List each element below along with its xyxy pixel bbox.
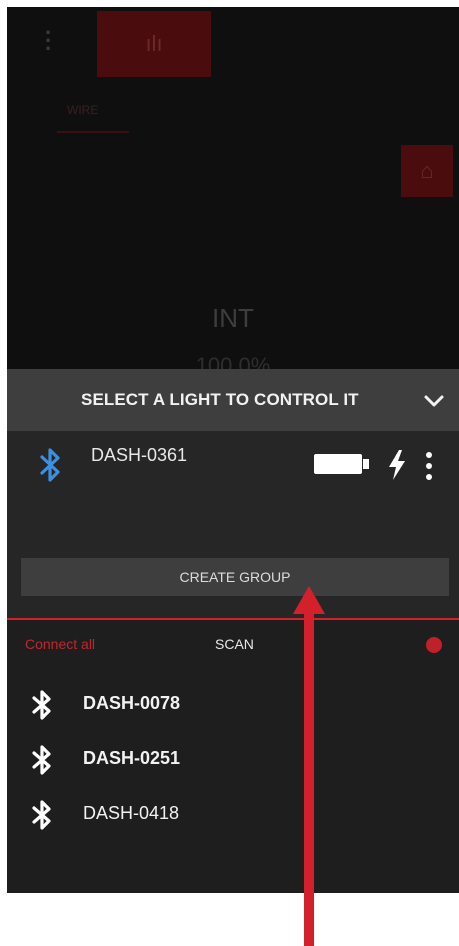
mode-label: INT bbox=[212, 303, 254, 333]
list-item[interactable]: DASH-0078 bbox=[7, 684, 459, 724]
battery-icon bbox=[314, 454, 369, 474]
bluetooth-icon bbox=[40, 448, 60, 482]
brand-logo: ılı bbox=[97, 11, 211, 77]
device-name: DASH-0078 bbox=[83, 693, 181, 713]
sheet-title: SELECT A LIGHT TO CONTROL IT bbox=[81, 390, 359, 409]
scan-button[interactable]: SCAN bbox=[215, 636, 254, 652]
create-group-button[interactable]: CREATE GROUP bbox=[21, 558, 449, 596]
scan-section: Connect all SCAN DASH-0078 DASH-0251 DAS… bbox=[7, 620, 459, 893]
scan-indicator bbox=[426, 637, 442, 653]
sheet-header[interactable]: SELECT A LIGHT TO CONTROL IT bbox=[7, 369, 459, 431]
phone-screen: · · · ılı WIRE ⌂ INT 100.0% SELECT A LIGHT… bbox=[7, 7, 459, 893]
device-name: DASH-0418 bbox=[83, 803, 180, 823]
device-name: DASH-0251 bbox=[83, 748, 181, 768]
bluetooth-icon bbox=[32, 690, 51, 720]
home-icon: ⌂ bbox=[401, 145, 453, 197]
connected-device-row[interactable]: DASH-0361 bbox=[7, 431, 459, 507]
list-item[interactable]: DASH-0251 bbox=[7, 739, 459, 779]
list-item[interactable]: DASH-0418 bbox=[7, 794, 459, 834]
background-tab: WIRE bbox=[67, 103, 99, 117]
background-app: · · · ılı WIRE ⌂ INT 100.0% bbox=[7, 7, 459, 378]
background-tab-underline bbox=[57, 131, 129, 133]
flash-icon[interactable] bbox=[387, 449, 407, 481]
bluetooth-icon bbox=[32, 745, 51, 775]
light-select-sheet: SELECT A LIGHT TO CONTROL IT DASH-0361 C… bbox=[7, 369, 459, 893]
connect-all-button[interactable]: Connect all bbox=[25, 636, 95, 652]
bluetooth-icon bbox=[32, 800, 51, 830]
menu-icon: · · · bbox=[45, 20, 53, 61]
chevron-down-icon[interactable] bbox=[421, 388, 447, 414]
more-options-icon[interactable] bbox=[425, 451, 433, 481]
device-name: DASH-0361 bbox=[91, 445, 188, 465]
